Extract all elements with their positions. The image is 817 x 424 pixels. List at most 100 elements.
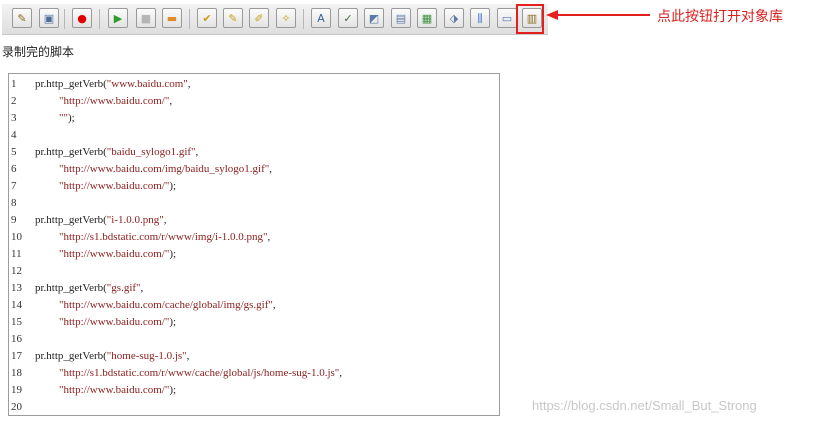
step-button[interactable]: ▬ xyxy=(162,8,182,28)
stop-icon: ■ xyxy=(140,11,152,25)
code-punctuation: , xyxy=(163,214,167,226)
code-string: "http://www.baidu.com/" xyxy=(59,180,170,192)
code-string: "http://www.baidu.com/" xyxy=(59,316,170,328)
code-text: "http://www.baidu.com/", xyxy=(59,93,172,110)
edit-pen-icon: ✐ xyxy=(254,11,264,25)
code-line: 12 xyxy=(9,263,489,280)
code-string: "www.baidu.com" xyxy=(106,78,188,90)
code-text: "http://www.baidu.com/cache/global/img/g… xyxy=(59,297,276,314)
code-call: pr.http_getVerb( xyxy=(35,214,107,226)
code-call: pr.http_getVerb( xyxy=(35,146,107,158)
output-icon: ▭ xyxy=(501,11,513,25)
code-line: 16 xyxy=(9,331,489,348)
line-number: 16 xyxy=(11,333,22,345)
line-number: 5 xyxy=(11,146,17,158)
annotation-arrow-icon xyxy=(546,10,650,20)
code-string: "gs.gif" xyxy=(106,282,141,294)
stop-button[interactable]: ■ xyxy=(136,8,156,28)
script-editor[interactable]: 1 pr.http_getVerb("www.baidu.com", 2 "http:… xyxy=(8,73,500,416)
code-string: "http://www.baidu.com/cache/global/img/g… xyxy=(59,299,273,311)
record-button[interactable]: ● xyxy=(72,8,92,28)
line-number: 12 xyxy=(11,265,22,277)
code-line: 19 "http://www.baidu.com/"); xyxy=(9,382,489,399)
line-number: 10 xyxy=(11,231,22,243)
code-text: "http://www.baidu.com/"); xyxy=(59,382,176,399)
line-number: 15 xyxy=(11,316,22,328)
code-string: "http://s1.bdstatic.com/r/www/cache/glob… xyxy=(59,367,340,379)
code-line: 2 "http://www.baidu.com/", xyxy=(9,93,489,110)
toolbar: ✎ ▣ ● ▶ ■ ▬ ✔ ✎ ✐ ✧ A ✓ ◩ ▤ ▦ ⬗ ⫼ ▭ ▥ xyxy=(2,4,548,35)
open-script-button[interactable]: ✎ xyxy=(12,8,32,28)
toolbar-separator xyxy=(189,9,190,29)
code-punctuation: , xyxy=(272,299,276,311)
parameter-button[interactable]: ⫼ xyxy=(470,8,490,28)
edit-tag-button[interactable]: ✎ xyxy=(223,8,243,28)
code-punctuation: , xyxy=(169,95,173,107)
code-line: 13 pr.http_getVerb("gs.gif", xyxy=(9,280,489,297)
code-text: pr.http_getVerb("i-1.0.0.png", xyxy=(35,212,167,229)
code-line: 15 "http://www.baidu.com/"); xyxy=(9,314,489,331)
toolbar-separator xyxy=(99,9,100,29)
line-number: 18 xyxy=(11,367,22,379)
line-number: 17 xyxy=(11,350,22,362)
code-call: pr.http_getVerb( xyxy=(35,78,107,90)
line-number: 3 xyxy=(11,112,17,124)
section-title: 录制完的脚本 xyxy=(2,45,75,59)
window-check-icon: ▤ xyxy=(395,11,407,25)
code-text: pr.http_getVerb("www.baidu.com", xyxy=(35,76,191,93)
code-text: "http://s1.bdstatic.com/r/www/cache/glob… xyxy=(59,365,342,382)
line-number: 1 xyxy=(11,78,17,90)
code-line: 5 pr.http_getVerb("baidu_sylogo1.gif", xyxy=(9,144,489,161)
text-insert-button[interactable]: A xyxy=(311,8,331,28)
window-check-button[interactable]: ▤ xyxy=(391,8,411,28)
code-line: 1 pr.http_getVerb("www.baidu.com", xyxy=(9,76,489,93)
edit-star-icon: ✧ xyxy=(281,11,291,25)
checkpoint-button[interactable]: ◩ xyxy=(364,8,384,28)
db-check-button[interactable]: ⬗ xyxy=(444,8,464,28)
code-line: 9 pr.http_getVerb("i-1.0.0.png", xyxy=(9,212,489,229)
line-number: 9 xyxy=(11,214,17,226)
image-check-button[interactable]: ✓ xyxy=(338,8,358,28)
line-number: 4 xyxy=(11,129,17,141)
image-check-icon: ✓ xyxy=(343,11,353,25)
code-punctuation: , xyxy=(267,231,271,243)
edit-pen-button[interactable]: ✐ xyxy=(249,8,269,28)
line-number: 13 xyxy=(11,282,22,294)
code-string: "http://s1.bdstatic.com/r/www/img/i-1.0.… xyxy=(59,231,268,243)
code-line: 20 xyxy=(9,399,489,415)
watermark: https://blog.csdn.net/Small_But_Strong xyxy=(532,398,757,413)
line-number: 2 xyxy=(11,95,17,107)
db-check-icon: ⬗ xyxy=(449,11,459,25)
code-punctuation: , xyxy=(140,282,144,294)
line-number: 14 xyxy=(11,299,22,311)
table-check-button[interactable]: ▦ xyxy=(417,8,437,28)
code-call: pr.http_getVerb( xyxy=(35,282,107,294)
code-text: pr.http_getVerb("home-sug-1.0.js", xyxy=(35,348,189,365)
code-punctuation: ); xyxy=(67,112,75,124)
table-check-icon: ▦ xyxy=(421,11,433,25)
code-text: pr.http_getVerb("gs.gif", xyxy=(35,280,143,297)
edit-check-button[interactable]: ✔ xyxy=(197,8,217,28)
open-script-icon: ✎ xyxy=(17,11,27,25)
code-punctuation: , xyxy=(186,350,190,362)
play-icon: ▶ xyxy=(113,11,123,25)
code-string: "" xyxy=(59,112,68,124)
output-button[interactable]: ▭ xyxy=(497,8,517,28)
code-string: "http://www.baidu.com/" xyxy=(59,95,170,107)
code-string: "http://www.baidu.com/" xyxy=(59,248,170,260)
code-text: pr.http_getVerb("baidu_sylogo1.gif", xyxy=(35,144,198,161)
code-punctuation: , xyxy=(187,78,191,90)
code-string: "baidu_sylogo1.gif" xyxy=(106,146,196,158)
code-punctuation: ); xyxy=(169,248,177,260)
code-punctuation: , xyxy=(339,367,343,379)
play-button[interactable]: ▶ xyxy=(108,8,128,28)
toolbar-separator xyxy=(64,9,65,29)
code-line: 6 "http://www.baidu.com/img/baidu_sylogo1… xyxy=(9,161,489,178)
parameter-icon: ⫼ xyxy=(477,11,483,25)
save-button[interactable]: ▣ xyxy=(39,8,59,28)
code-string: "i-1.0.0.png" xyxy=(106,214,164,226)
edit-star-button[interactable]: ✧ xyxy=(276,8,296,28)
code-string: "http://www.baidu.com/img/baidu_sylogo1.… xyxy=(59,163,270,175)
code-text: "http://www.baidu.com/"); xyxy=(59,314,176,331)
line-number: 6 xyxy=(11,163,17,175)
